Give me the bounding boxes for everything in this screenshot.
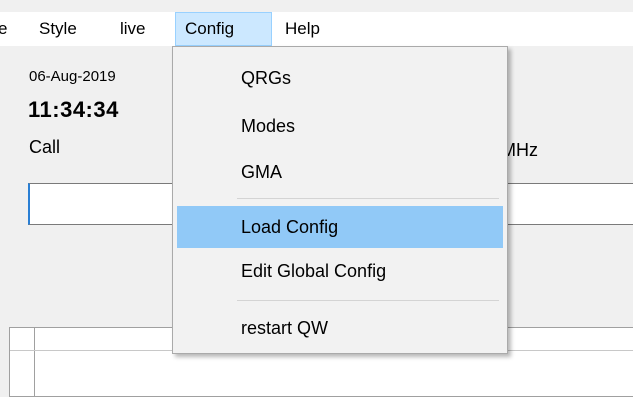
date-label: 06-Aug-2019 [29, 68, 116, 85]
menu-separator [237, 198, 499, 199]
menubar-item-truncated[interactable]: e [0, 12, 7, 46]
config-dropdown-menu: QRGs Modes GMA Load Config Edit Global C… [172, 46, 508, 354]
menubar-item-live[interactable]: live [111, 12, 155, 46]
call-label: Call [29, 137, 61, 157]
menu-item-gma[interactable]: GMA [177, 151, 503, 193]
menu-bar: e Style live Config Help [0, 12, 633, 46]
menubar-item-style[interactable]: Style [30, 12, 86, 46]
menu-item-qrgs[interactable]: QRGs [177, 57, 503, 99]
grid-row-header-divider [34, 328, 35, 396]
menu-separator [237, 300, 499, 301]
menu-item-modes[interactable]: Modes [177, 105, 503, 147]
menubar-item-config[interactable]: Config [175, 12, 272, 46]
menu-item-load-config[interactable]: Load Config [177, 206, 503, 248]
menu-item-edit-global-config[interactable]: Edit Global Config [177, 250, 503, 292]
time-label: 11:34:34 [28, 97, 119, 122]
menu-item-restart-qw[interactable]: restart QW [177, 307, 503, 349]
menubar-item-help[interactable]: Help [276, 12, 329, 46]
